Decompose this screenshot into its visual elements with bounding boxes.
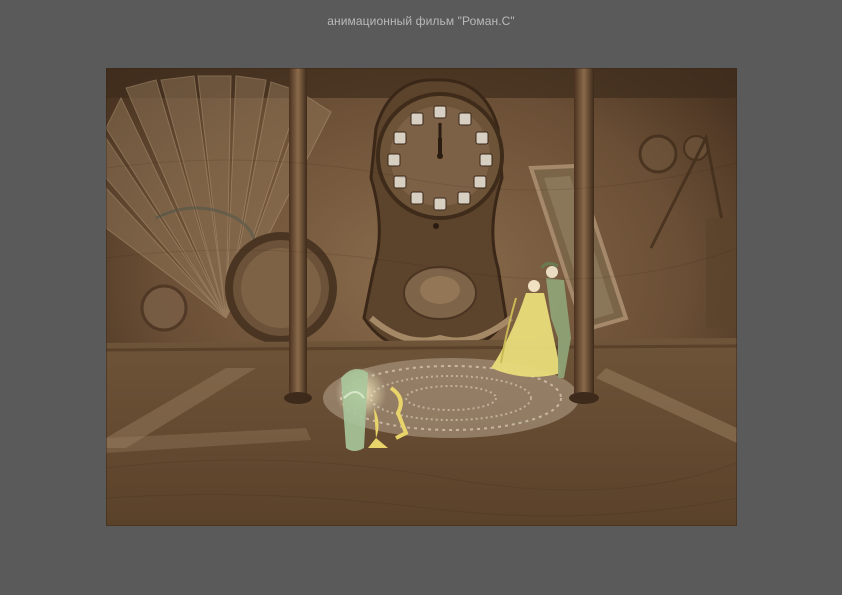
film-caption: анимационный фильм "Роман.С" — [327, 14, 515, 28]
mantel-clock-icon — [362, 78, 513, 355]
scene-illustration — [106, 68, 737, 526]
film-still — [106, 68, 737, 526]
